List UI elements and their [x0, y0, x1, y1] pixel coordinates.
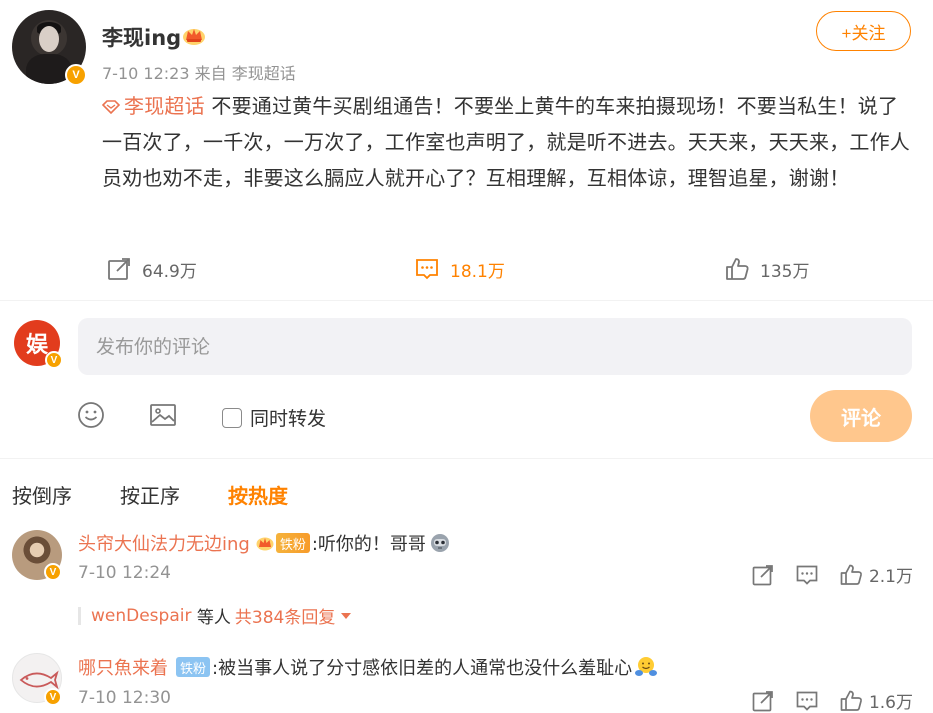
comment-time: 7-10 12:30	[78, 688, 171, 708]
like-icon	[840, 690, 862, 711]
topic-link[interactable]: 李现超话	[102, 94, 205, 118]
verified-badge-icon: V	[65, 64, 87, 86]
post-body-text: 不要通过黄牛买剧组通告！不要坐上黄牛的车来拍摄现场！不要当私生！说了一百次了，一…	[102, 94, 910, 190]
comment-like-count: 2.1万	[868, 567, 913, 587]
chevron-down-icon[interactable]	[341, 612, 352, 619]
repost-checkbox-label: 同时转发	[250, 408, 327, 430]
comment-icon[interactable]	[795, 563, 819, 587]
comment-count: 18.1万	[450, 261, 505, 282]
comment-body: :被当事人说了分寸感依旧差的人通常也没什么羞耻心	[212, 658, 633, 679]
post-action-bar: 64.9万 18.1万 135万	[0, 256, 933, 288]
commenter-name[interactable]: 哪只魚来着	[78, 654, 168, 680]
topic-diamond-icon	[102, 100, 120, 114]
divider	[0, 300, 933, 301]
like-icon	[726, 258, 749, 280]
topic-label: 李现超话	[124, 94, 205, 118]
author-name[interactable]: 李现ing	[102, 22, 181, 52]
commenter-name[interactable]: 头帘大仙法力无边ing	[78, 530, 250, 556]
my-verified-badge-icon: V	[45, 351, 63, 369]
repost-checkbox[interactable]: 同时转发	[222, 404, 326, 431]
commenter-verified-badge-icon: V	[44, 563, 62, 581]
emoji-icon[interactable]	[76, 400, 106, 430]
tab-sort-hot[interactable]: 按热度	[228, 480, 288, 509]
replies-users[interactable]: wenDespair	[91, 606, 191, 626]
post-meta: 7-10 12:23 来自 李现超话	[102, 60, 296, 84]
comment-time: 7-10 12:24	[78, 563, 171, 583]
divider	[0, 458, 933, 459]
comment-body: :听你的！哥哥	[311, 534, 426, 555]
fan-badge[interactable]: 铁粉	[176, 657, 211, 677]
comment-icon[interactable]	[795, 689, 819, 713]
comment-like-count: 1.6万	[868, 693, 913, 713]
repost-action[interactable]: 64.9万	[106, 256, 197, 282]
crown-icon[interactable]	[182, 24, 206, 46]
image-icon[interactable]	[148, 400, 178, 430]
post-time[interactable]: 7-10 12:23	[102, 64, 190, 83]
follow-button[interactable]: +关注	[816, 11, 911, 51]
commenter-verified-badge-icon: V	[44, 688, 62, 706]
submit-comment-button[interactable]: 评论	[810, 390, 912, 442]
comment-action[interactable]: 18.1万	[414, 256, 505, 282]
tab-sort-reverse[interactable]: 按倒序	[12, 480, 72, 509]
fan-badge[interactable]: 铁粉	[275, 533, 310, 553]
crown-icon	[256, 537, 274, 551]
checkbox-box[interactable]	[222, 407, 242, 428]
replies-summary[interactable]: wenDespair 等人 共384条回复	[78, 603, 352, 628]
robot-emoji	[430, 534, 449, 552]
comment-like[interactable]: 2.1万	[839, 562, 913, 587]
replies-suffix: 等人	[196, 608, 231, 628]
comment-icon	[416, 259, 438, 280]
post-content: 李现超话 不要通过黄牛买剧组通告！不要坐上黄牛的车来拍摄现场！不要当私生！说了一…	[102, 88, 914, 196]
like-count: 135万	[760, 261, 810, 282]
avatar-face	[39, 26, 59, 52]
comment-input[interactable]	[78, 318, 912, 375]
comment-text-line: 头帘大仙法力无边ing 铁粉 :听你的！哥哥	[78, 530, 452, 556]
repost-icon	[108, 258, 130, 280]
hug-emoji	[635, 657, 658, 676]
tab-sort-forward[interactable]: 按正序	[120, 480, 180, 509]
replies-bar	[78, 606, 81, 625]
comment-actions: 1.6万	[751, 688, 913, 713]
comment-text-line: 哪只魚来着 铁粉 :被当事人说了分寸感依旧差的人通常也没什么羞耻心	[78, 654, 658, 680]
post-source[interactable]: 来自 李现超话	[195, 64, 296, 83]
repost-icon[interactable]	[751, 563, 775, 587]
repost-icon[interactable]	[751, 689, 775, 713]
comment-like[interactable]: 1.6万	[839, 688, 913, 713]
like-action[interactable]: 135万	[724, 256, 809, 282]
like-icon	[840, 564, 862, 585]
replies-count[interactable]: 共384条回复	[235, 603, 335, 628]
comment-actions: 2.1万	[751, 562, 913, 587]
repost-count: 64.9万	[142, 261, 197, 282]
